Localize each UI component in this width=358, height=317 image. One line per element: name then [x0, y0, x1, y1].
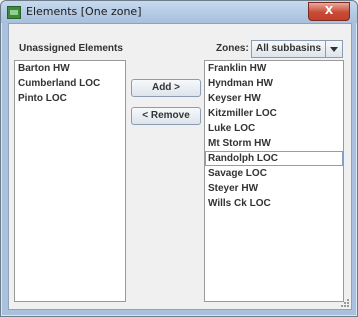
list-item[interactable]: Cumberland LOC — [15, 76, 125, 91]
list-item[interactable]: Wills Ck LOC — [205, 196, 343, 211]
list-item[interactable]: Hyndman HW — [205, 76, 343, 91]
zones-dropdown[interactable]: All subbasins — [251, 40, 343, 58]
unassigned-elements-list[interactable]: Barton HW Cumberland LOC Pinto LOC — [14, 60, 126, 302]
list-item[interactable]: Mt Storm HW — [205, 136, 343, 151]
title-bar[interactable]: Elements [One zone] X — [1, 1, 357, 23]
close-button[interactable]: X — [308, 2, 350, 21]
list-item[interactable]: Savage LOC — [205, 166, 343, 181]
zones-dropdown-value: All subbasins — [256, 43, 322, 54]
chevron-down-icon[interactable] — [325, 41, 342, 57]
list-item[interactable]: Kitzmiller LOC — [205, 106, 343, 121]
add-button[interactable]: Add > — [131, 79, 201, 97]
list-item[interactable]: Barton HW — [15, 61, 125, 76]
remove-button[interactable]: < Remove — [131, 107, 201, 125]
list-item[interactable]: Steyer HW — [205, 181, 343, 196]
window-title: Elements [One zone] — [26, 5, 142, 18]
list-item[interactable]: Luke LOC — [205, 121, 343, 136]
dialog-window: Elements [One zone] X Unassigned Element… — [0, 0, 358, 317]
resize-grip-icon[interactable] — [339, 297, 349, 307]
unassigned-elements-label: Unassigned Elements — [19, 43, 123, 54]
list-item[interactable]: Keyser HW — [205, 91, 343, 106]
app-icon — [7, 6, 21, 19]
list-item[interactable]: Pinto LOC — [15, 91, 125, 106]
list-item-focused[interactable]: Randolph LOC — [205, 151, 343, 166]
zone-elements-list[interactable]: Franklin HW Hyndman HW Keyser HW Kitzmil… — [204, 60, 344, 302]
dialog-content: Unassigned Elements Zones: All subbasins… — [8, 23, 352, 310]
list-item[interactable]: Franklin HW — [205, 61, 343, 76]
zones-label: Zones: — [216, 43, 249, 54]
